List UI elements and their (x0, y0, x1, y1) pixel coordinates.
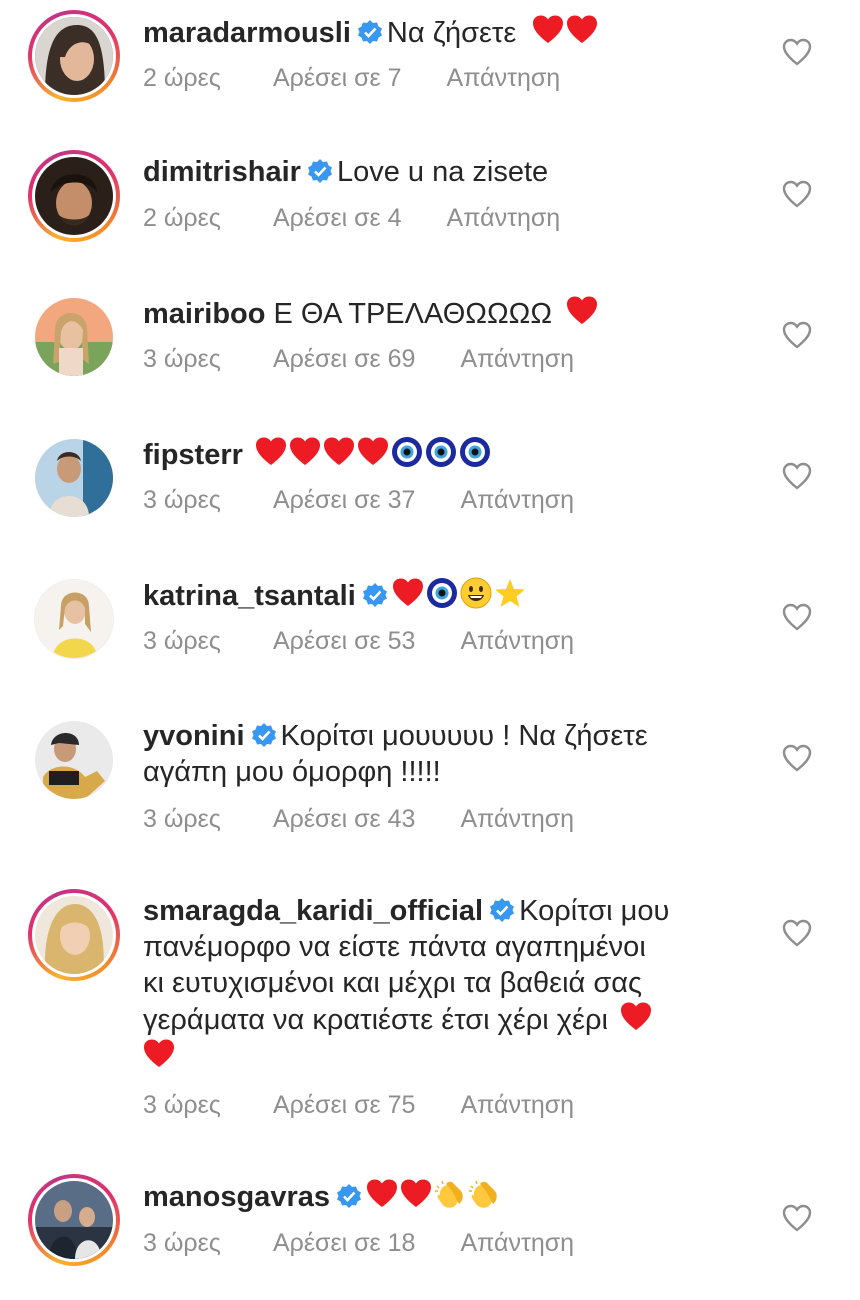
red-heart-icon (620, 1001, 652, 1033)
comment-likes-link[interactable]: Αρέσει σε 69 (273, 345, 415, 374)
avatar[interactable] (28, 573, 120, 665)
comment-text: fipsterr (143, 436, 733, 473)
comment-text: smaragda_karidi_official Κορίτσι μου πανέ… (143, 893, 733, 1075)
comment-username[interactable]: mairiboo (143, 298, 265, 330)
reply-button[interactable]: Απάντηση (460, 1229, 574, 1258)
comment-meta: 3 ώρες Αρέσει σε 37 Απάντηση (143, 486, 574, 515)
verified-badge-icon (307, 158, 333, 184)
avatar[interactable] (28, 10, 120, 102)
red-heart-icon (532, 14, 564, 46)
comment-time: 3 ώρες (143, 805, 221, 833)
comment-likes-link[interactable]: Αρέσει σε 43 (273, 805, 415, 834)
comment-meta: 3 ώρες Αρέσει σε 18 Απάντηση (143, 1229, 574, 1258)
like-heart-icon[interactable] (782, 919, 812, 947)
comment-likes-link[interactable]: Αρέσει σε 37 (273, 486, 415, 515)
comment-time: 3 ώρες (143, 1229, 221, 1257)
comment-username[interactable]: manosgavras (143, 1181, 330, 1213)
reply-button[interactable]: Απάντηση (447, 204, 561, 233)
comment-body: Να ζήσετε (386, 17, 517, 49)
avatar[interactable] (28, 432, 120, 524)
comment-username[interactable]: katrina_tsantali (143, 580, 356, 612)
nazar-amulet-icon (425, 436, 457, 468)
comment-meta: 3 ώρες Αρέσει σε 43 Απάντηση (143, 805, 574, 834)
comment-meta: 2 ώρες Αρέσει σε 4 Απάντηση (143, 204, 560, 233)
comment-time: 3 ώρες (143, 345, 221, 373)
like-heart-icon[interactable] (782, 321, 812, 349)
comment-text: manosgavras (143, 1178, 733, 1215)
like-heart-icon[interactable] (782, 462, 812, 490)
comment-text: yvonini Κορίτσι μουυυυυ ! Να ζήσετε αγάπη… (143, 718, 733, 790)
comment-username[interactable]: maradarmousli (143, 17, 351, 49)
comment-likes-link[interactable]: Αρέσει σε 4 (273, 204, 402, 233)
comment-meta: 3 ώρες Αρέσει σε 75 Απάντηση (143, 1091, 574, 1120)
red-heart-icon (289, 436, 321, 468)
comment-time: 3 ώρες (143, 627, 221, 655)
comment-likes-link[interactable]: Αρέσει σε 18 (273, 1229, 415, 1258)
comment-body-line: Κορίτσι μου (519, 895, 670, 927)
comment-text: katrina_tsantali (143, 577, 733, 614)
comment-likes-link[interactable]: Αρέσει σε 7 (273, 64, 402, 93)
clapping-hands-icon (468, 1178, 500, 1210)
reply-button[interactable]: Απάντηση (460, 805, 574, 834)
like-heart-icon[interactable] (782, 180, 812, 208)
red-heart-icon (400, 1178, 432, 1210)
comment-username[interactable]: fipsterr (143, 439, 243, 471)
avatar[interactable] (28, 889, 120, 981)
reply-button[interactable]: Απάντηση (460, 627, 574, 656)
verified-badge-icon (357, 19, 383, 45)
avatar[interactable] (28, 714, 120, 806)
red-heart-icon (357, 436, 389, 468)
comment-text: dimitrishair Love u na zisete (143, 154, 733, 190)
comment-likes-link[interactable]: Αρέσει σε 75 (273, 1091, 415, 1120)
comment-body: Ε ΘΑ ΤΡΕΛΑΘΩΩΩΩ (273, 298, 553, 330)
red-heart-icon (566, 14, 598, 46)
red-heart-icon (143, 1038, 175, 1070)
avatar[interactable] (28, 1174, 120, 1266)
like-heart-icon[interactable] (782, 744, 812, 772)
comment-username[interactable]: dimitrishair (143, 156, 301, 188)
red-heart-icon (323, 436, 355, 468)
star-icon (494, 577, 526, 609)
comment-body-line: αγάπη μου όμορφη !!!!! (143, 756, 441, 788)
red-heart-icon (255, 436, 287, 468)
comment-body-line: Κορίτσι μουυυυυ ! Να ζήσετε (280, 720, 648, 752)
comment-body: Love u na zisete (336, 156, 549, 188)
comment-time: 3 ώρες (143, 1091, 221, 1119)
comment-likes-link[interactable]: Αρέσει σε 53 (273, 627, 415, 656)
red-heart-icon (566, 295, 598, 327)
grinning-face-icon (460, 577, 492, 609)
like-heart-icon[interactable] (782, 1204, 812, 1232)
verified-badge-icon (251, 722, 277, 748)
nazar-amulet-icon (391, 436, 423, 468)
red-heart-icon (366, 1178, 398, 1210)
reply-button[interactable]: Απάντηση (460, 1091, 574, 1120)
comment-body-line: κι ευτυχισμένοι και μέχρι τα βαθειά σας (143, 967, 642, 999)
comment-text: maradarmousli Να ζήσετε (143, 14, 733, 51)
comment-body-line: γεράματα να κρατιέστε έτσι χέρι χέρι (143, 1004, 608, 1036)
comment-time: 3 ώρες (143, 486, 221, 514)
red-heart-icon (392, 577, 424, 609)
comment-username[interactable]: smaragda_karidi_official (143, 895, 483, 927)
nazar-amulet-icon (459, 436, 491, 468)
comment-body-line: πανέμορφο να είστε πάντα αγαπημένοι (143, 931, 646, 963)
verified-badge-icon (336, 1183, 362, 1209)
like-heart-icon[interactable] (782, 38, 812, 66)
verified-badge-icon (362, 582, 388, 608)
comment-text: mairiboo Ε ΘΑ ΤΡΕΛΑΘΩΩΩΩ (143, 295, 733, 332)
comment-meta: 3 ώρες Αρέσει σε 53 Απάντηση (143, 627, 574, 656)
clapping-hands-icon (434, 1178, 466, 1210)
like-heart-icon[interactable] (782, 603, 812, 631)
avatar[interactable] (28, 291, 120, 383)
comment-meta: 3 ώρες Αρέσει σε 69 Απάντηση (143, 345, 574, 374)
reply-button[interactable]: Απάντηση (460, 345, 574, 374)
nazar-amulet-icon (426, 577, 458, 609)
avatar[interactable] (28, 150, 120, 242)
comment-time: 2 ώρες (143, 204, 221, 232)
reply-button[interactable]: Απάντηση (447, 64, 561, 93)
verified-badge-icon (489, 897, 515, 923)
comment-username[interactable]: yvonini (143, 720, 245, 752)
comment-time: 2 ώρες (143, 64, 221, 92)
comment-meta: 2 ώρες Αρέσει σε 7 Απάντηση (143, 64, 560, 93)
reply-button[interactable]: Απάντηση (460, 486, 574, 515)
